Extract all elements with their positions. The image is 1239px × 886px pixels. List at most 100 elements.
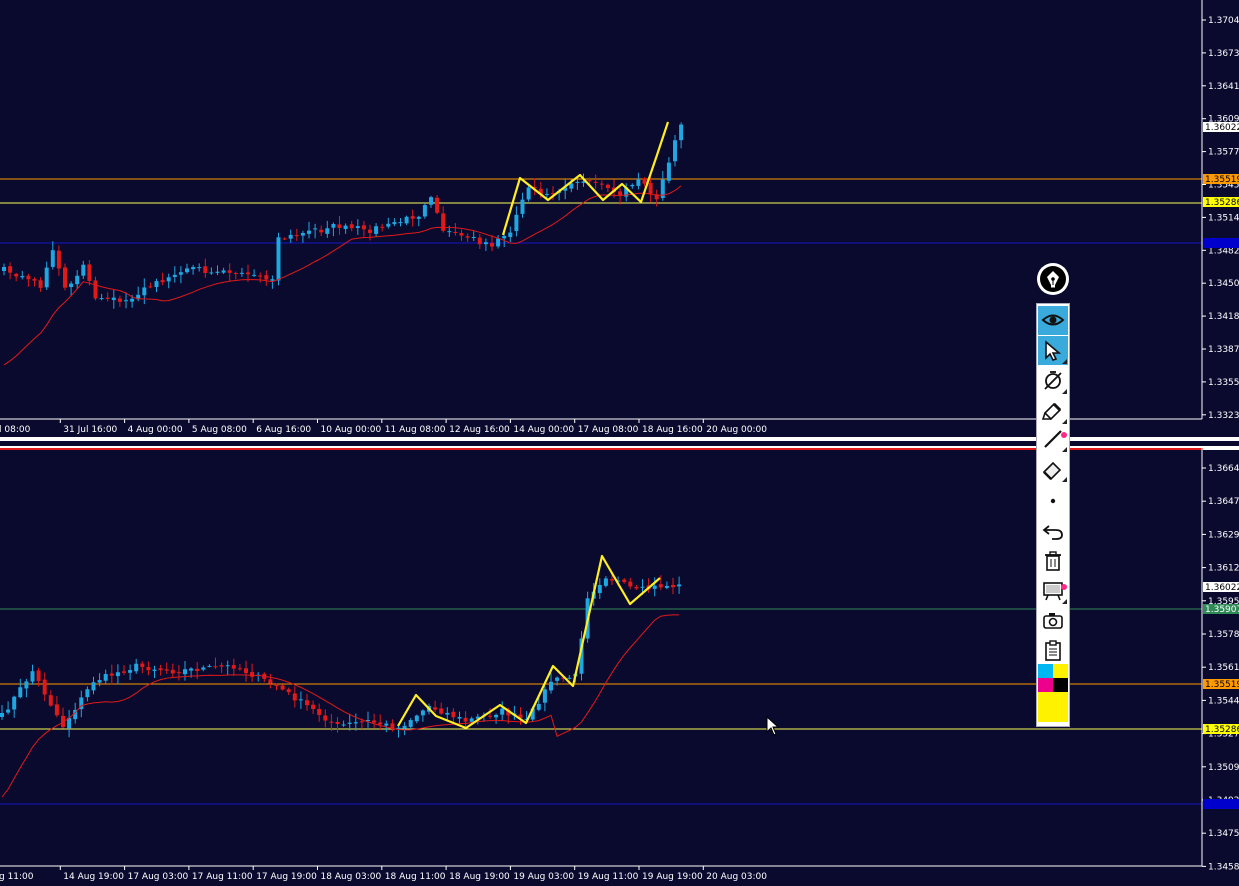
- moving-average-line: [1, 614, 680, 798]
- candle-body: [366, 719, 370, 721]
- candle-body: [671, 584, 675, 588]
- toolbar-eraser-button[interactable]: [1038, 454, 1068, 483]
- candle-body: [349, 224, 354, 229]
- color-swatch[interactable]: [1038, 664, 1053, 678]
- candle-body: [422, 205, 427, 217]
- toolbar-camera-button[interactable]: [1038, 606, 1068, 635]
- toolbar-brush-size-dot-button[interactable]: [1038, 486, 1068, 515]
- candle-body: [81, 264, 86, 276]
- time-tick-label: 18 Aug 11:00: [385, 872, 446, 882]
- price-badge-label: 1.36022: [1205, 123, 1239, 133]
- candle-body: [502, 235, 507, 239]
- price-tick-label: 1.36732: [1208, 49, 1239, 59]
- time-tick-label: 4 Aug 00:00: [128, 425, 183, 435]
- price-tick-label: 1.34585: [1208, 862, 1239, 872]
- candle-body: [122, 671, 126, 673]
- candle-body: [542, 689, 547, 703]
- toolbar-trash-button[interactable]: [1038, 546, 1068, 575]
- candle-body: [664, 585, 669, 588]
- toolbar-board-button[interactable]: [1038, 576, 1068, 605]
- price-tick-label: 1.35785: [1208, 630, 1239, 640]
- price-tick-label: 1.35440: [1208, 696, 1239, 706]
- candle-body: [372, 720, 377, 723]
- color-swatch[interactable]: [1038, 678, 1053, 692]
- toolbar-line-tool-button[interactable]: [1038, 424, 1068, 453]
- price-tick-label: 1.36412: [1208, 82, 1239, 92]
- color-palette[interactable]: [1038, 664, 1068, 724]
- drawing-pen-toggle[interactable]: [1037, 263, 1069, 295]
- candle-body: [459, 232, 464, 236]
- clipboard-icon: [1045, 639, 1061, 661]
- candle-body: [599, 183, 604, 185]
- candle-body: [488, 715, 492, 717]
- submenu-indicator: [1062, 389, 1067, 394]
- undo-icon: [1042, 524, 1063, 540]
- candle-body: [294, 235, 299, 237]
- candle-body: [24, 681, 29, 689]
- candle-body: [292, 693, 297, 701]
- color-swatch[interactable]: [1053, 664, 1068, 678]
- candle-body: [221, 270, 226, 273]
- price-badge-label: 1.34925: [1205, 800, 1239, 810]
- zigzag-drawing[interactable]: [397, 554, 661, 730]
- eye-icon: [1041, 314, 1065, 325]
- time-tick-label: l 08:00: [0, 425, 31, 435]
- candle-body: [416, 216, 421, 219]
- time-tick-label: 20 Aug 03:00: [706, 872, 767, 882]
- candle-body: [429, 197, 433, 205]
- candle-body: [555, 677, 560, 681]
- price-badge-label: 1.35286: [1205, 198, 1239, 208]
- candle-body: [191, 267, 196, 270]
- time-tick-label: 17 Aug 08:00: [578, 425, 639, 435]
- candle-body: [12, 696, 17, 710]
- candle-body: [575, 181, 580, 183]
- toolbar-highlighter-button[interactable]: [1038, 396, 1068, 425]
- candle-body: [195, 668, 200, 672]
- toolbar-clipboard-button[interactable]: [1038, 636, 1068, 665]
- candle-body: [311, 704, 316, 710]
- candle-body: [494, 714, 499, 718]
- color-swatch[interactable]: [1053, 678, 1068, 692]
- candle-body: [628, 581, 633, 587]
- candle-body: [8, 266, 13, 273]
- candle-body: [50, 250, 55, 267]
- price-tick-label: 1.35095: [1208, 763, 1239, 773]
- candle-body: [225, 665, 230, 667]
- candle-body: [213, 666, 218, 668]
- candle-body: [134, 663, 139, 672]
- candle-body: [642, 178, 647, 184]
- price-tick-label: 1.34755: [1208, 829, 1239, 839]
- candle-body: [378, 722, 383, 725]
- candle-body: [483, 242, 488, 245]
- color-swatch[interactable]: [1038, 692, 1068, 722]
- candle-body: [111, 297, 116, 301]
- time-tick-label: 18 Aug 03:00: [321, 872, 382, 882]
- time-tick-label: 19 Aug 03:00: [513, 872, 574, 882]
- submenu-indicator: [1062, 447, 1067, 452]
- price-tick-label: 1.33872: [1208, 345, 1239, 355]
- candle-body: [496, 238, 501, 247]
- candle-body: [93, 280, 98, 299]
- toolbar-crosshair-clock-button[interactable]: [1038, 366, 1068, 395]
- candle-body: [490, 243, 494, 247]
- candle-body: [305, 700, 309, 706]
- candle-body: [337, 224, 342, 228]
- candle-body: [679, 124, 684, 141]
- candle-body: [313, 228, 318, 230]
- toolbar-undo-button[interactable]: [1038, 516, 1068, 545]
- toolbar-cursor-arrow-button[interactable]: [1038, 336, 1068, 365]
- toolbar-eye-button[interactable]: [1038, 306, 1068, 335]
- candle-body: [44, 267, 49, 288]
- price-tick-label: 1.34507: [1208, 279, 1239, 289]
- candle-body: [549, 681, 553, 691]
- candle-body: [286, 689, 291, 693]
- candle-body: [288, 234, 293, 239]
- candle-body: [189, 668, 194, 671]
- candle-body: [170, 669, 175, 674]
- candle-body: [203, 266, 208, 273]
- candle-body: [471, 236, 476, 238]
- candle-body: [652, 585, 657, 589]
- candle-body: [176, 672, 181, 674]
- price-tick-label: 1.36640: [1208, 464, 1239, 474]
- candle-body: [435, 197, 440, 213]
